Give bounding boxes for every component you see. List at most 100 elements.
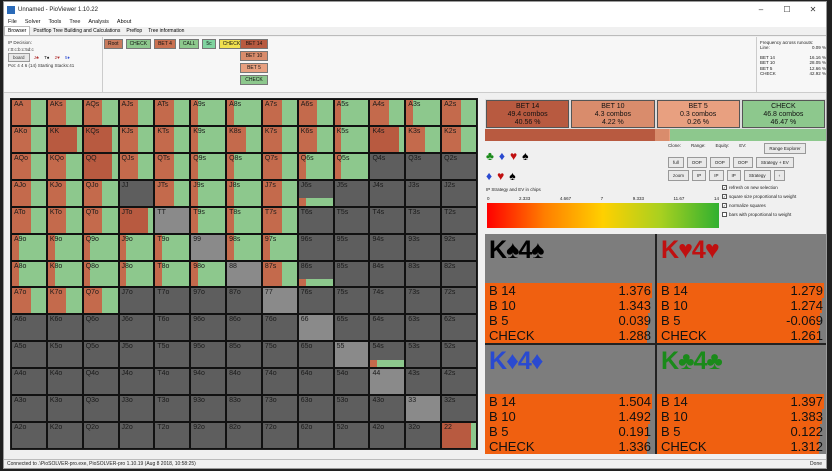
minimize-button[interactable]: – xyxy=(748,5,774,14)
hand-cell[interactable]: AQs xyxy=(82,99,119,126)
strategy-ev-button[interactable]: Strategy + EV xyxy=(755,157,794,168)
hand-cell[interactable]: J3o xyxy=(118,395,155,423)
hand-cell[interactable]: QQ xyxy=(82,152,119,180)
available-action-button[interactable]: BET 14 xyxy=(240,39,268,49)
hand-cell[interactable]: AQo xyxy=(11,152,47,180)
hand-cell[interactable]: 74o xyxy=(261,368,298,396)
hand-cell[interactable]: A9s xyxy=(190,99,227,126)
hand-cell[interactable]: 33 xyxy=(405,395,442,423)
hand-cell[interactable]: A6o xyxy=(11,314,47,342)
hand-cell[interactable]: 95s xyxy=(333,233,370,261)
hand-cell[interactable]: 72s xyxy=(441,287,477,315)
hand-cell[interactable]: 42o xyxy=(369,422,406,449)
hand-cell[interactable]: K6o xyxy=(46,314,83,342)
suit-icon[interactable]: ♣ xyxy=(486,149,494,163)
hand-cell[interactable]: A5s xyxy=(333,99,370,126)
hand-cell[interactable]: 64o xyxy=(297,368,334,396)
suit-icon[interactable]: ♥ xyxy=(497,169,504,183)
hand-cell[interactable]: 86s xyxy=(297,260,334,288)
hand-cell[interactable]: Q6o xyxy=(82,314,119,342)
strategy-box[interactable]: CHECK 46.8 combos 46.47 % xyxy=(741,100,825,128)
hand-cell[interactable]: 62s xyxy=(441,314,477,342)
combo-panel[interactable]: K♥4♥ B 14 1.279 B 10 1.274 B 5 -0.069 CHECK 1.26… xyxy=(657,234,826,343)
combo-panel[interactable]: K♠4♠ B 14 1.376 B 10 1.343 B 5 0.039 CHECK 1.288 xyxy=(485,234,655,343)
hand-cell[interactable]: 97s xyxy=(261,233,298,261)
hand-cell[interactable]: 65s xyxy=(333,314,370,342)
strategy-button[interactable]: Strategy xyxy=(743,170,771,181)
hand-cell[interactable]: 63o xyxy=(297,395,334,423)
hand-cell[interactable]: KTs xyxy=(154,125,191,153)
hand-cell[interactable]: K4o xyxy=(46,368,83,396)
available-action-button[interactable]: BET 5 xyxy=(240,63,268,73)
hand-cell[interactable]: K6s xyxy=(297,125,334,153)
tab-tree-information[interactable]: Tree information xyxy=(145,27,187,35)
hand-cell[interactable]: 92s xyxy=(441,233,477,261)
hand-cell[interactable]: 97o xyxy=(190,287,227,315)
hand-cell[interactable]: JTo xyxy=(118,206,155,234)
hand-cell[interactable]: Q7s xyxy=(261,152,298,180)
hand-cell[interactable]: Q4o xyxy=(82,368,119,396)
hand-cell[interactable]: 82o xyxy=(226,422,262,449)
hand-cell[interactable]: K2s xyxy=(441,125,477,153)
hand-cell[interactable]: K3s xyxy=(405,125,442,153)
hand-cell[interactable]: 83o xyxy=(226,395,262,423)
hand-cell[interactable]: AKo xyxy=(11,125,47,153)
hand-cell[interactable]: J9o xyxy=(118,233,155,261)
arrow-button[interactable]: ‹ xyxy=(773,170,786,181)
hand-cell[interactable]: J8s xyxy=(226,179,262,207)
hand-cell[interactable]: 87s xyxy=(261,260,298,288)
checkbox[interactable]: ✓ xyxy=(722,203,727,208)
hand-cell[interactable]: 64s xyxy=(369,314,406,342)
hand-cell[interactable]: T8s xyxy=(226,206,262,234)
hand-cell[interactable]: T7o xyxy=(154,287,191,315)
hand-cell[interactable]: Q7o xyxy=(82,287,119,315)
hand-cell[interactable]: 32o xyxy=(405,422,442,449)
menu-tools[interactable]: Tools xyxy=(44,19,65,25)
hand-cell[interactable]: A6s xyxy=(297,99,334,126)
hand-cell[interactable]: Q9s xyxy=(190,152,227,180)
hand-cell[interactable]: 93s xyxy=(405,233,442,261)
hand-cell[interactable]: K7o xyxy=(46,287,83,315)
strategy-box[interactable]: BET 5 0.3 combos 0.26 % xyxy=(656,100,740,128)
hand-cell[interactable]: A8o xyxy=(11,260,47,288)
range-explorer-button[interactable]: Range Explorer xyxy=(764,143,806,154)
hand-cell[interactable]: K8s xyxy=(226,125,262,153)
ev-oop-button[interactable]: OOP xyxy=(732,157,753,168)
hand-cell[interactable]: 52s xyxy=(441,341,477,369)
menu-tree[interactable]: Tree xyxy=(65,19,84,25)
hand-cell[interactable]: T8o xyxy=(154,260,191,288)
tab-browser[interactable]: Browser xyxy=(4,26,31,35)
hand-cell[interactable]: A8s xyxy=(226,99,262,126)
hand-cell[interactable]: 98o xyxy=(190,260,227,288)
range-oop-button[interactable]: OOP xyxy=(686,157,707,168)
hand-cell[interactable]: JJ xyxy=(118,179,155,207)
hand-cell[interactable]: 52o xyxy=(333,422,370,449)
hand-cell[interactable]: J2o xyxy=(118,422,155,449)
hand-cell[interactable]: 94s xyxy=(369,233,406,261)
hand-cell[interactable]: ATo xyxy=(11,206,47,234)
menu-about[interactable]: About xyxy=(113,19,135,25)
hand-cell[interactable]: A3o xyxy=(11,395,47,423)
strategy-box[interactable]: BET 10 4.3 combos 4.22 % xyxy=(571,100,655,128)
hand-cell[interactable]: J4s xyxy=(369,179,406,207)
hand-cell[interactable]: JTs xyxy=(154,179,191,207)
hand-cell[interactable]: T7s xyxy=(261,206,298,234)
hand-cell[interactable]: T9o xyxy=(154,233,191,261)
hand-cell[interactable]: T4o xyxy=(154,368,191,396)
hand-cell[interactable]: 84s xyxy=(369,260,406,288)
suit-icon[interactable]: ♦ xyxy=(499,149,505,163)
hand-cell[interactable]: 32s xyxy=(441,395,477,423)
hand-cell[interactable]: Q2o xyxy=(82,422,119,449)
hand-cell[interactable]: 85s xyxy=(333,260,370,288)
hand-cell[interactable]: 63s xyxy=(405,314,442,342)
hand-cell[interactable]: 74s xyxy=(369,287,406,315)
equity-ip-button[interactable]: IP xyxy=(709,170,724,181)
strategy-box[interactable]: BET 14 49.4 combos 40.56 % xyxy=(486,100,570,128)
hand-cell[interactable]: 43s xyxy=(405,368,442,396)
hand-cell[interactable]: J8o xyxy=(118,260,155,288)
tab-preflop[interactable]: Preflop xyxy=(123,27,145,35)
hand-cell[interactable]: 98s xyxy=(226,233,262,261)
combo-panel[interactable]: K♦4♦ B 14 1.504 B 10 1.492 B 5 0.191 CHECK 1.336 xyxy=(485,345,655,454)
hand-cell[interactable]: 93o xyxy=(190,395,227,423)
hand-cell[interactable]: T6o xyxy=(154,314,191,342)
